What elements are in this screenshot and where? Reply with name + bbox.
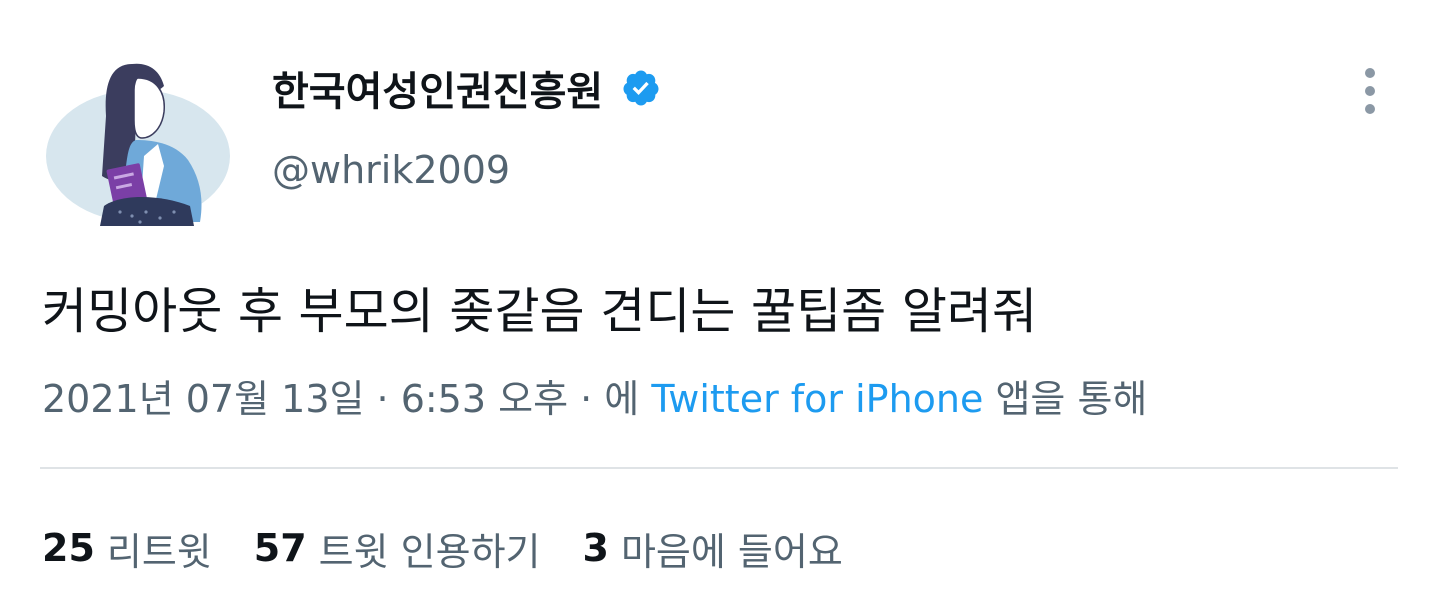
via-suffix: 앱을 통해 [983,377,1148,421]
quotes-count: 57 [253,526,307,570]
quotes-label: 트윗 인용하기 [318,529,541,574]
likes-label: 마음에 들어요 [620,529,843,574]
author-handle[interactable]: @whrik2009 [272,148,510,192]
source-link[interactable]: Twitter for iPhone [651,372,983,426]
tweet-time[interactable]: 6:53 오후 [401,372,568,426]
author-name-row: 한국여성인권진흥원 [272,60,661,116]
divider [40,467,1398,469]
tweet-meta: 2021년 07월 13일 · 6:53 오후 · 에 Twitter for … [42,372,1147,426]
tweet-card: 한국여성인권진흥원 @whrik2009 커밍아웃 후 부모의 좆같음 견디는 … [0,0,1440,596]
retweets-count: 25 [42,526,95,570]
retweets-stat[interactable]: 25 리트윗 [42,521,212,576]
quotes-stat[interactable]: 57 트윗 인용하기 [254,521,541,576]
likes-stat[interactable]: 3 마음에 들어요 [583,521,843,576]
retweets-label: 리트윗 [106,529,212,574]
likes-count: 3 [582,526,609,570]
meta-separator: · [364,377,401,421]
tweet-text: 커밍아웃 후 부모의 좆같음 견디는 꿀팁좀 알려줘 [42,283,1038,340]
display-name[interactable]: 한국여성인권진흥원 [272,59,603,117]
meta-separator: · [568,377,605,421]
verified-badge-icon [623,70,659,106]
tweet-stats: 25 리트윗 57 트윗 인용하기 3 마음에 들어요 [42,520,885,576]
more-vertical-icon[interactable] [1350,64,1390,118]
via-prefix: 에 [604,377,652,421]
tweet-date[interactable]: 2021년 07월 13일 [42,372,364,426]
avatar[interactable] [40,56,230,226]
